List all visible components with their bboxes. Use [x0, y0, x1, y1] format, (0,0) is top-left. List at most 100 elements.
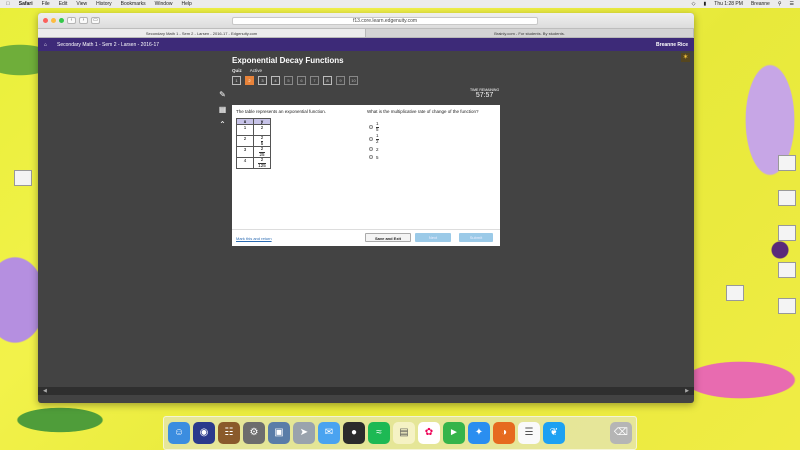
- tab-edgenuity[interactable]: Secondary Math 1 - Sem 2 - Larsen - 2016…: [38, 29, 366, 37]
- zoom-window-icon[interactable]: [59, 18, 64, 23]
- firefox-icon[interactable]: ◑: [493, 422, 515, 444]
- calculator-icon[interactable]: ▦: [218, 105, 227, 114]
- notes-icon[interactable]: ▤: [393, 422, 415, 444]
- wifi-icon[interactable]: ◇: [692, 1, 696, 7]
- radio-button[interactable]: [369, 125, 373, 129]
- facetime-icon[interactable]: ►: [443, 422, 465, 444]
- answer-choice[interactable]: 12: [369, 133, 379, 145]
- question-number-button[interactable]: 4: [271, 76, 280, 85]
- apple-menu-icon[interactable]: : [6, 1, 10, 7]
- table-row: 3 2 25: [236, 146, 271, 158]
- menu-edit[interactable]: Edit: [59, 1, 68, 7]
- radio-button[interactable]: [369, 147, 373, 151]
- system-preferences-icon[interactable]: ⚙: [243, 422, 265, 444]
- tab-brainly[interactable]: Brainly.com - For students. By students.: [366, 29, 694, 37]
- question-footer: Mark this and return Save and Exit Next …: [232, 229, 500, 246]
- desktop-file-icon[interactable]: [778, 155, 796, 171]
- url-bar[interactable]: f13.core.learn.edgenuity.com: [232, 17, 538, 25]
- quiz-status: Active: [249, 68, 263, 73]
- trash-icon[interactable]: ⌫: [610, 422, 632, 444]
- submit-button[interactable]: Submit: [459, 233, 493, 242]
- back-icon[interactable]: ‹: [67, 17, 76, 24]
- contacts-icon[interactable]: ☷: [218, 422, 240, 444]
- menubar-user[interactable]: Breanne: [751, 1, 770, 7]
- desktop-file-icon[interactable]: [778, 298, 796, 314]
- next-button[interactable]: Next: [415, 233, 451, 242]
- desktop-file-icon[interactable]: [14, 170, 32, 186]
- site-header: ⌂ Secondary Math 1 - Sem 2 - Larsen - 20…: [38, 38, 694, 51]
- table-row: 4 2 125: [236, 157, 271, 169]
- question-prompt-right: What is the multiplicative rate of chang…: [367, 109, 479, 114]
- siri-icon[interactable]: ◉: [193, 422, 215, 444]
- close-window-icon[interactable]: [43, 18, 48, 23]
- function-table: x y 1 2 2 25 3 2 25 4 2 125: [236, 118, 271, 169]
- question-number-button[interactable]: 9: [336, 76, 345, 85]
- textedit-icon[interactable]: ☰: [518, 422, 540, 444]
- sidebar-icon[interactable]: ▭: [91, 17, 100, 24]
- minimize-window-icon[interactable]: [51, 18, 56, 23]
- quiz-header: Exponential Decay Functions Quiz Active …: [232, 56, 500, 85]
- menu-history[interactable]: History: [96, 1, 112, 7]
- site-user-name[interactable]: Breanne Rice: [656, 42, 688, 48]
- desktop-file-icon[interactable]: [726, 285, 744, 301]
- safari-icon[interactable]: ✦: [468, 422, 490, 444]
- question-number-button[interactable]: 2: [245, 76, 254, 85]
- tool-sidebar: ✎ ▦ ⌃: [218, 90, 227, 129]
- question-card: The table represents an exponential func…: [232, 105, 500, 246]
- spotify-icon[interactable]: ≈: [368, 422, 390, 444]
- scroll-left-icon[interactable]: ◀: [43, 388, 47, 394]
- mark-and-return-link[interactable]: Mark this and return: [236, 236, 272, 241]
- menu-app-name[interactable]: Safari: [19, 1, 33, 7]
- quiz-title: Exponential Decay Functions: [232, 56, 344, 65]
- menu-window[interactable]: Window: [155, 1, 173, 7]
- question-number-button[interactable]: 10: [349, 76, 358, 85]
- battery-icon[interactable]: ▮: [704, 1, 707, 7]
- save-and-exit-button[interactable]: Save and Exit: [365, 233, 411, 242]
- graph-tool-icon[interactable]: ⌃: [218, 120, 227, 129]
- notification-center-icon[interactable]: ☰: [790, 1, 794, 7]
- question-number-button[interactable]: 1: [232, 76, 241, 85]
- answer-choice[interactable]: 2: [369, 145, 379, 153]
- browser-tabs: Secondary Math 1 - Sem 2 - Larsen - 2016…: [38, 29, 694, 38]
- horizontal-scrollbar[interactable]: ◀ ▶: [38, 387, 694, 395]
- preview-icon[interactable]: ▣: [268, 422, 290, 444]
- finder-icon[interactable]: ☺: [168, 422, 190, 444]
- macos-dock: ☺ ◉ ☷ ⚙ ▣ ➤ ✉ ● ≈ ▤ ✿ ► ✦ ◑ ☰ ❦ ⌫: [163, 416, 637, 450]
- quiz-content: ✶ Exponential Decay Functions Quiz Activ…: [38, 51, 694, 395]
- star-icon[interactable]: ✶: [681, 53, 690, 62]
- question-number-button[interactable]: 3: [258, 76, 267, 85]
- quiz-subtitle: Quiz Active: [232, 68, 500, 73]
- question-number-button[interactable]: 8: [323, 76, 332, 85]
- menu-help[interactable]: Help: [181, 1, 191, 7]
- twitter-icon[interactable]: ❦: [543, 422, 565, 444]
- question-number-button[interactable]: 7: [310, 76, 319, 85]
- menu-bookmarks[interactable]: Bookmarks: [121, 1, 146, 7]
- question-number-button[interactable]: 6: [297, 76, 306, 85]
- menu-file[interactable]: File: [42, 1, 50, 7]
- menubar-clock[interactable]: Thu 1:28 PM: [714, 1, 743, 7]
- answer-choices: 15 12 2 5: [369, 121, 379, 161]
- menu-view[interactable]: View: [76, 1, 87, 7]
- desktop-file-icon[interactable]: [778, 225, 796, 241]
- pencil-icon[interactable]: ✎: [218, 90, 227, 99]
- answer-choice[interactable]: 5: [369, 153, 379, 161]
- browser-toolbar: ‹ › ▭ f13.core.learn.edgenuity.com: [38, 13, 694, 29]
- desktop-file-icon[interactable]: [778, 190, 796, 206]
- course-title: Secondary Math 1 - Sem 2 - Larsen - 2016…: [57, 41, 160, 48]
- launchpad-icon[interactable]: ➤: [293, 422, 315, 444]
- home-icon[interactable]: ⌂: [44, 42, 47, 48]
- radio-button[interactable]: [369, 155, 373, 159]
- forward-icon[interactable]: ›: [79, 17, 88, 24]
- photos-icon[interactable]: ✿: [418, 422, 440, 444]
- spotlight-icon[interactable]: ⚲: [778, 1, 782, 7]
- question-number-button[interactable]: 5: [284, 76, 293, 85]
- table-row: 2 25: [236, 135, 271, 147]
- scroll-right-icon[interactable]: ▶: [685, 388, 689, 394]
- answer-choice[interactable]: 15: [369, 121, 379, 133]
- table-row: 1 2: [236, 124, 271, 136]
- radio-button[interactable]: [369, 137, 373, 141]
- photo-booth-icon[interactable]: ●: [343, 422, 365, 444]
- quiz-type: Quiz: [232, 68, 242, 73]
- desktop-file-icon[interactable]: [778, 262, 796, 278]
- messages-icon[interactable]: ✉: [318, 422, 340, 444]
